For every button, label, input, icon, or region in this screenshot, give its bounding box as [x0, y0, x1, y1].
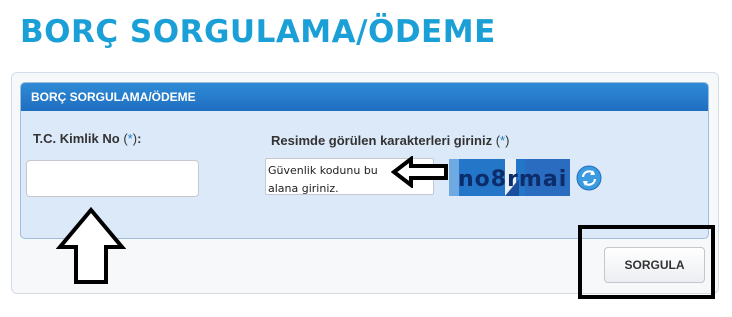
arrow-left-icon	[391, 156, 448, 188]
page-title: BORÇ SORGULAMA/ÖDEME	[20, 14, 496, 50]
panel-header: BORÇ SORGULAMA/ÖDEME	[21, 83, 708, 111]
arrow-up-icon	[56, 207, 126, 284]
captcha-image: no8rmai	[449, 159, 570, 196]
refresh-icon[interactable]	[576, 165, 602, 191]
highlight-box	[578, 225, 715, 299]
required-marker: *	[500, 133, 506, 148]
tc-kimlik-label-text: T.C. Kimlik No	[33, 131, 120, 146]
tc-kimlik-label: T.C. Kimlik No (*):	[33, 131, 142, 146]
captcha-placeholder: Güvenlik kodunu bu alana giriniz.	[268, 164, 378, 195]
tc-kimlik-input[interactable]	[26, 160, 199, 197]
captcha-label: Resimde görülen karakterleri giriniz (*)	[271, 133, 510, 148]
captcha-label-text: Resimde görülen karakterleri giriniz	[271, 133, 493, 148]
required-marker: *	[127, 131, 133, 146]
captcha-text: no8rmai	[458, 167, 567, 192]
captcha-graphic: no8rmai	[449, 159, 570, 196]
